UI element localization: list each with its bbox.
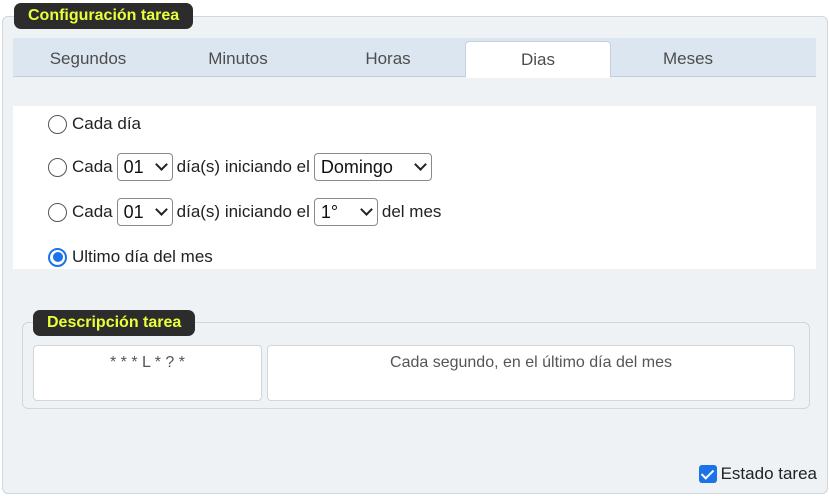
option-every-n-days-weekday: Cada 01 día(s) iniciando el Domingo: [48, 152, 436, 182]
option-every-day[interactable]: Cada día: [48, 109, 141, 139]
estado-tarea-toggle[interactable]: Estado tarea: [698, 464, 817, 484]
month-day-value: 1°: [320, 201, 339, 222]
description-legend: Descripción tarea: [33, 310, 196, 336]
option-last-day[interactable]: Ultimo día del mes: [48, 242, 213, 272]
tab-segundos[interactable]: Segundos: [13, 38, 163, 77]
every-day-label: Cada día: [72, 114, 141, 133]
chevron-down-icon: [154, 203, 168, 216]
radio-every-n-days-weekday[interactable]: [48, 157, 67, 177]
starting-label: día(s) iniciando el: [176, 202, 310, 221]
del-mes-label: del mes: [381, 202, 442, 221]
day-count-value: 01: [123, 156, 144, 177]
radio-every-n-days-monthday[interactable]: [48, 202, 67, 222]
chevron-down-icon: [154, 158, 168, 171]
cada-label: Cada: [72, 202, 113, 221]
tab-minutos[interactable]: Minutos: [163, 38, 313, 77]
cada-label: Cada: [72, 157, 113, 176]
radio-last-day[interactable]: [48, 247, 67, 267]
tab-horas[interactable]: Horas: [313, 38, 463, 77]
description-text-field: Cada segundo, en el último día del mes: [267, 345, 795, 401]
weekday-select[interactable]: Domingo: [313, 153, 432, 181]
radio-every-day[interactable]: [48, 114, 67, 134]
estado-label: Estado tarea: [720, 464, 817, 483]
day-count-value: 01: [123, 201, 144, 222]
chevron-down-icon: [414, 158, 427, 171]
tab-meses[interactable]: Meses: [613, 38, 763, 77]
tab-bar: Segundos Minutos Horas Dias Meses: [13, 38, 816, 78]
month-day-select[interactable]: 1°: [313, 198, 378, 226]
dias-options: Cada día Cada 01 día(s) iniciando el Dom…: [13, 106, 816, 269]
task-config-legend: Configuración tarea: [14, 3, 194, 29]
starting-label: día(s) iniciando el: [176, 157, 310, 176]
day-count-select[interactable]: 01: [116, 198, 173, 226]
tab-dias[interactable]: Dias: [465, 41, 611, 78]
option-every-n-days-monthday: Cada 01 día(s) iniciando el 1° del mes: [48, 197, 441, 227]
last-day-label: Ultimo día del mes: [72, 247, 213, 266]
chevron-down-icon: [360, 203, 373, 216]
day-count-select[interactable]: 01: [116, 153, 173, 181]
cron-expression-field: * * * L * ? *: [33, 345, 262, 401]
weekday-value: Domingo: [320, 156, 393, 177]
estado-checkbox[interactable]: [698, 465, 717, 483]
